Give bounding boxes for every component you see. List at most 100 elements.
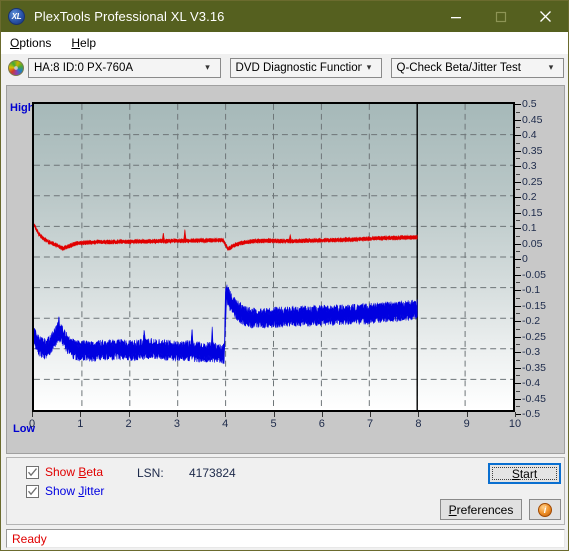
y-minor-tick: [516, 282, 520, 284]
maximize-button[interactable]: [478, 1, 523, 32]
y-tick-label: -0.45: [522, 392, 546, 405]
y-tick-label: 0.35: [522, 144, 543, 157]
show-beta-checkbox-row[interactable]: Show Beta: [26, 465, 103, 479]
checkmark-icon: [28, 467, 37, 476]
maximize-icon: [495, 11, 506, 22]
y-tick-label: -0.05: [522, 268, 546, 281]
y-tick-label: 0.25: [522, 175, 543, 188]
start-button[interactable]: Start: [488, 463, 561, 484]
show-jitter-checkbox-row[interactable]: Show Jitter: [26, 484, 104, 498]
start-mnemonic: S: [511, 466, 520, 481]
y-minor-tick: [516, 297, 520, 299]
test-select[interactable]: Q-Check Beta/Jitter Test ▾: [390, 57, 564, 78]
title-bar: XL PlexTools Professional XL V3.16: [1, 1, 568, 32]
y-tick-label: -0.3: [522, 346, 541, 358]
chevron-down-icon: ▾: [205, 62, 210, 72]
y-tick-mark: [515, 181, 521, 183]
info-icon: i: [538, 502, 552, 517]
close-button[interactable]: [523, 1, 568, 32]
y-tick-label: -0.5: [522, 408, 541, 420]
menu-bar: Options Help: [1, 32, 568, 54]
x-tick-mark: [225, 412, 227, 417]
y-minor-tick: [516, 251, 520, 253]
status-bar: Ready: [6, 529, 565, 548]
show-beta-label: Show Beta: [45, 465, 104, 479]
y-minor-tick: [516, 313, 520, 315]
app-logo-icon: XL: [8, 8, 25, 25]
plot-area[interactable]: [32, 102, 515, 412]
x-tick-label: 4: [222, 418, 229, 430]
y-tick-mark: [515, 243, 521, 245]
x-tick-mark: [80, 412, 82, 417]
y-tick-label: 0.2: [522, 191, 537, 203]
y-tick-mark: [515, 212, 521, 214]
preferences-mnemonic: P: [448, 502, 457, 517]
x-tick-label: 5: [270, 418, 277, 430]
axis-label-high: High: [10, 102, 35, 114]
y-tick-mark: [515, 228, 521, 229]
y-minor-tick: [516, 235, 520, 237]
preferences-button[interactable]: Preferences: [440, 499, 522, 520]
y-tick-mark: [515, 135, 521, 136]
y-tick-mark: [515, 104, 521, 105]
y-tick-label: -0.2: [522, 315, 541, 327]
y-tick-mark: [515, 119, 521, 121]
window-controls: [433, 1, 568, 32]
x-tick-label: 8: [415, 418, 422, 430]
show-beta-checkbox[interactable]: [26, 465, 39, 479]
y-minor-tick: [516, 390, 520, 392]
test-select-value: Q-Check Beta/Jitter Test: [396, 61, 521, 74]
y-tick-label: 0: [522, 253, 528, 265]
x-tick-label: 7: [367, 418, 374, 430]
chart-panel: High Low 0.5 0.45 0.4 0.35 0.3 0.25 0.2 0.15 0.1…: [6, 85, 565, 454]
menu-item-options[interactable]: Options: [8, 34, 60, 52]
y-minor-tick: [516, 111, 520, 113]
y-tick-mark: [515, 321, 521, 322]
chart-inner: High Low 0.5 0.45 0.4 0.35 0.3 0.25 0.2 0.15 0.1…: [7, 86, 564, 453]
menu-help-rest: elp: [80, 36, 97, 50]
y-tick-mark: [515, 336, 521, 338]
x-tick-label: 0: [28, 418, 36, 430]
x-tick-mark: [128, 412, 130, 417]
controls-panel: Show Beta Show Jitter LSN: 4173824 Start…: [6, 457, 565, 525]
toolbar: HA:8 ID:0 PX-760A ▾ DVD Diagnostic Funct…: [1, 54, 568, 81]
start-button-label: Start: [492, 466, 557, 481]
y-tick-label: 0.15: [522, 206, 543, 219]
minimize-button[interactable]: [433, 1, 478, 32]
drive-select[interactable]: HA:8 ID:0 PX-760A ▾: [28, 57, 221, 78]
x-tick-mark: [515, 412, 516, 417]
menu-item-help[interactable]: Help: [69, 34, 105, 52]
show-beta-mnemonic: B: [78, 465, 87, 479]
disc-icon: [8, 59, 24, 76]
y-minor-tick: [516, 220, 520, 222]
y-minor-tick: [516, 344, 520, 346]
x-tick-mark: [370, 412, 372, 417]
function-select[interactable]: DVD Diagnostic Functions ▾: [229, 57, 382, 78]
y-tick-mark: [515, 197, 521, 198]
show-jitter-checkbox[interactable]: [26, 484, 39, 498]
x-tick-label: 6: [318, 418, 325, 430]
x-tick-label: 2: [125, 418, 132, 430]
y-tick-label: 0.5: [522, 98, 537, 110]
x-tick-label: 9: [463, 418, 470, 430]
y-minor-tick: [516, 406, 520, 408]
y-tick-mark: [515, 352, 521, 353]
y-tick-label: -0.15: [522, 299, 546, 312]
y-tick-mark: [515, 383, 521, 384]
y-tick-label: 0.4: [522, 129, 537, 141]
y-minor-tick: [516, 266, 520, 268]
y-tick-label: 0.45: [522, 113, 543, 126]
y-tick-mark: [515, 150, 521, 152]
show-jitter-label: Show Jitter: [45, 484, 105, 498]
y-minor-tick: [516, 359, 520, 361]
y-minor-tick: [516, 127, 520, 129]
info-button[interactable]: i: [529, 499, 561, 520]
close-icon: [540, 11, 551, 22]
x-tick-mark: [321, 412, 323, 417]
y-tick-label: -0.25: [522, 330, 546, 343]
x-tick-label: 1: [77, 418, 84, 430]
minimize-icon: [450, 16, 461, 18]
y-tick-label: -0.4: [522, 377, 541, 389]
x-tick-mark: [176, 412, 178, 417]
menu-options-mnemonic: O: [10, 36, 20, 50]
